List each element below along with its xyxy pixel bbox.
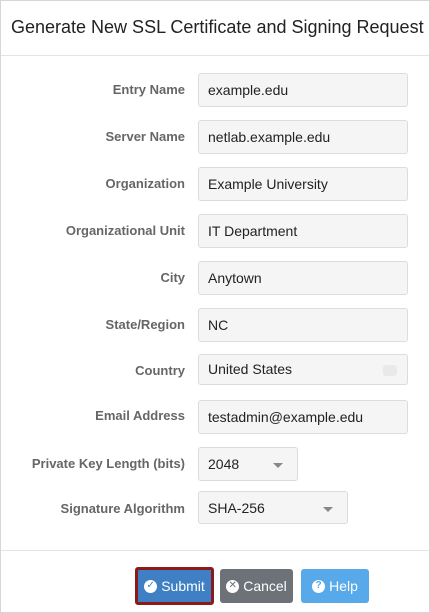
country-label: Country [135, 363, 185, 378]
email-address-row: Email Address testadmin@example.edu [1, 400, 429, 434]
private-key-length-select[interactable]: 2048 [198, 447, 298, 481]
help-button[interactable]: ? Help [301, 569, 369, 603]
state-region-row: State/Region NC [1, 308, 429, 342]
organization-row: Organization Example University [1, 167, 429, 201]
private-key-length-row: Private Key Length (bits) 2048 [1, 447, 429, 481]
submit-label: Submit [161, 578, 205, 594]
cancel-label: Cancel [243, 578, 287, 594]
entry-name-row: Entry Name example.edu [1, 73, 429, 107]
entry-name-label: Entry Name [112, 82, 185, 97]
server-name-field[interactable]: netlab.example.edu [198, 120, 408, 154]
cancel-button[interactable]: ✕ Cancel [220, 569, 293, 603]
organization-label: Organization [105, 176, 185, 191]
private-key-length-label: Private Key Length (bits) [31, 456, 185, 471]
private-key-length-value: 2048 [208, 456, 240, 472]
state-region-field[interactable]: NC [198, 308, 408, 342]
city-field[interactable]: Anytown [198, 261, 408, 295]
caret-down-icon [323, 507, 333, 512]
dialog-title: Generate New SSL Certificate and Signing… [11, 17, 424, 37]
email-address-field[interactable]: testadmin@example.edu [198, 400, 408, 434]
autofill-icon [383, 365, 397, 376]
country-value: United States [208, 361, 293, 377]
signature-algorithm-label: Signature Algorithm [60, 501, 185, 516]
city-label: City [160, 270, 185, 285]
organizational-unit-row: Organizational Unit IT Department [1, 214, 429, 248]
organizational-unit-field[interactable]: IT Department [198, 214, 408, 248]
caret-down-icon [273, 463, 283, 468]
dialog-footer: ✓ Submit ✕ Cancel ? Help [1, 550, 429, 612]
entry-name-field[interactable]: example.edu [198, 73, 408, 107]
country-field[interactable]: United States [198, 354, 408, 385]
city-row: City Anytown [1, 261, 429, 295]
organization-field[interactable]: Example University [198, 167, 408, 201]
email-address-label: Email Address [95, 408, 185, 423]
organizational-unit-label: Organizational Unit [65, 223, 185, 238]
signature-algorithm-select[interactable]: SHA-256 [198, 491, 348, 524]
submit-button[interactable]: ✓ Submit [135, 567, 214, 605]
server-name-row: Server Name netlab.example.edu [1, 120, 429, 154]
signature-algorithm-row: Signature Algorithm SHA-256 [1, 491, 429, 525]
help-label: Help [329, 578, 358, 594]
ssl-dialog: Generate New SSL Certificate and Signing… [0, 0, 430, 613]
check-circle-icon: ✓ [144, 579, 158, 593]
dialog-header: Generate New SSL Certificate and Signing… [1, 1, 429, 56]
times-circle-icon: ✕ [226, 579, 240, 593]
question-circle-icon: ? [312, 579, 326, 593]
country-row: Country United States [1, 354, 429, 388]
server-name-label: Server Name [105, 129, 186, 144]
signature-algorithm-value: SHA-256 [208, 500, 265, 516]
state-region-label: State/Region [105, 317, 185, 332]
